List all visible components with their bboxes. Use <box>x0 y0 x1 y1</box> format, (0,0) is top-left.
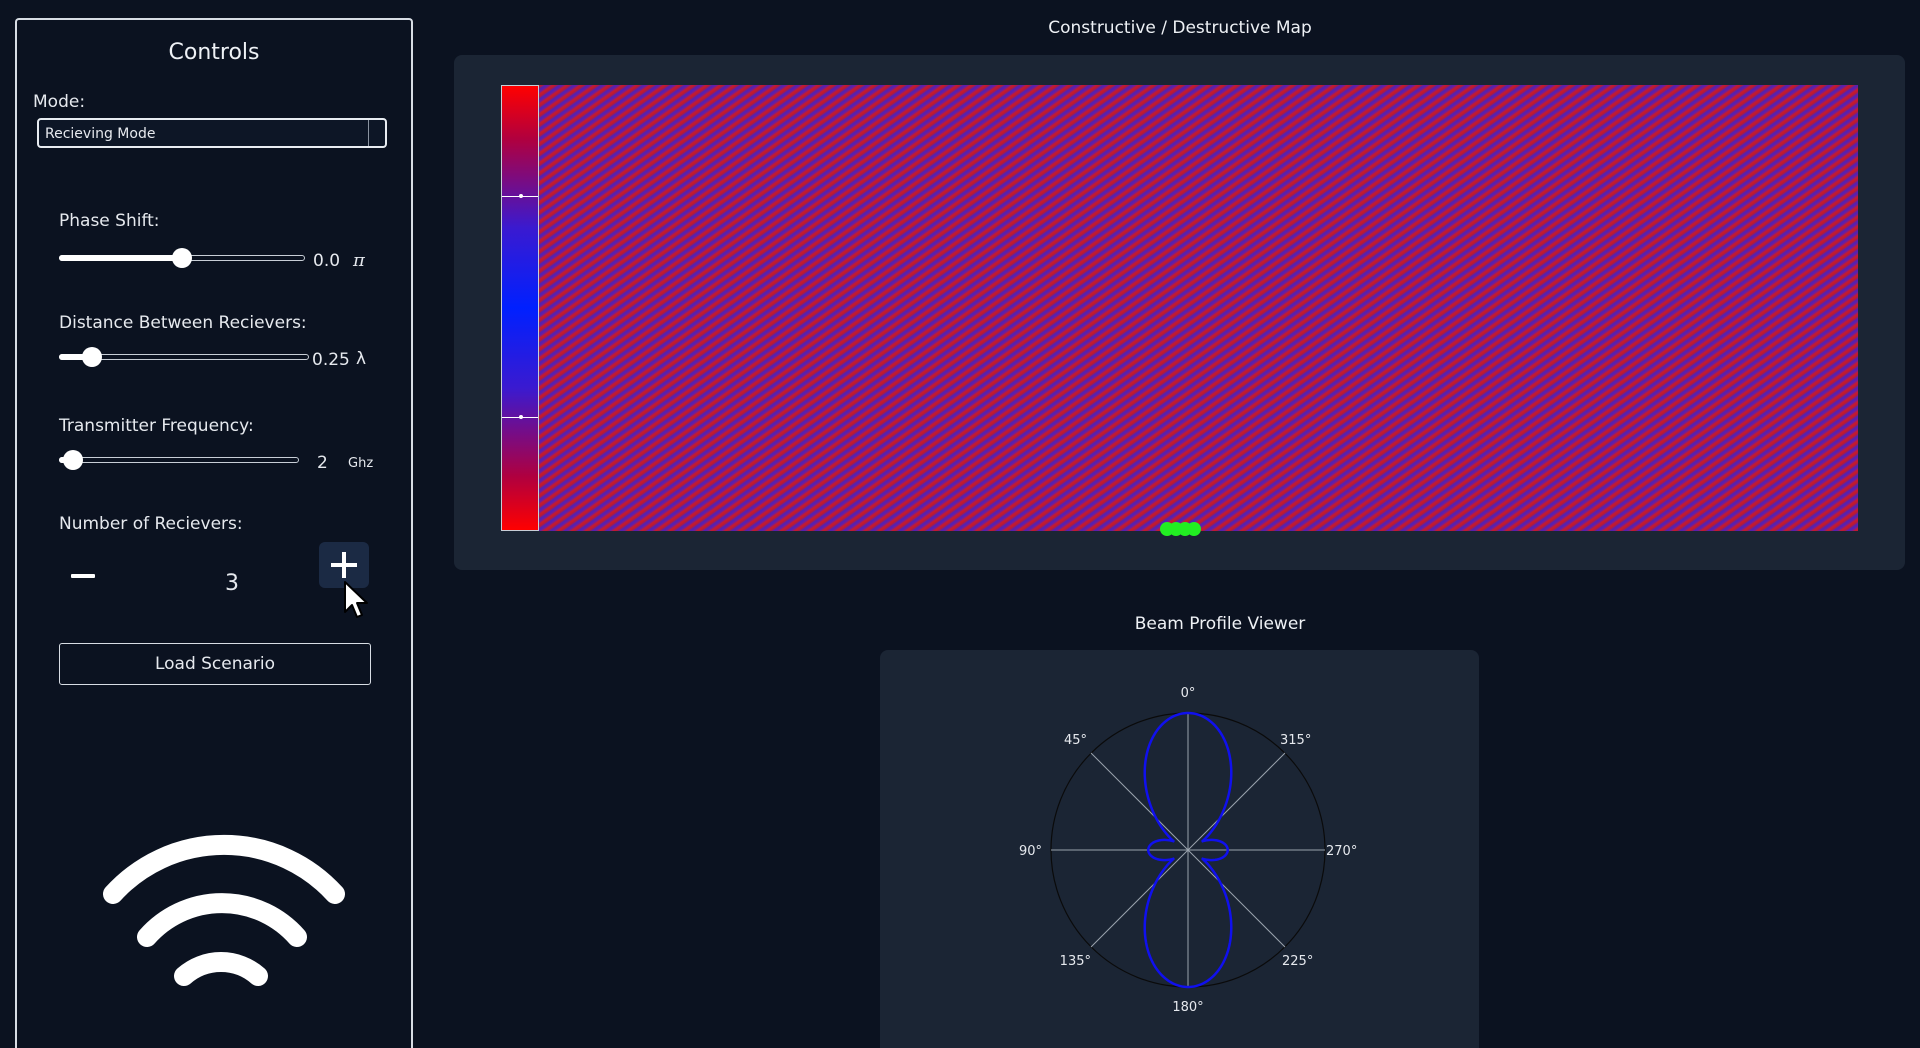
dropdown-arrow-icon[interactable] <box>368 120 385 146</box>
angle-label-315: 315° <box>1280 733 1311 748</box>
controls-panel: Controls Mode: Recieving Mode Phase Shif… <box>15 18 413 1048</box>
plus-icon-vertical <box>342 552 346 578</box>
phase-shift-value: 0.0 <box>313 251 341 271</box>
interference-heatmap[interactable] <box>539 85 1858 531</box>
phase-shift-slider[interactable] <box>59 247 305 271</box>
slider-thumb[interactable] <box>63 450 84 470</box>
distance-value: 0.25 <box>312 350 350 370</box>
angle-label-90: 90° <box>1019 844 1042 859</box>
slider-fill <box>59 255 182 261</box>
frequency-label: Transmitter Frequency: <box>59 416 254 436</box>
load-scenario-button[interactable]: Load Scenario <box>59 643 371 685</box>
phase-shift-unit: π <box>353 250 365 271</box>
controls-title: Controls <box>168 40 260 65</box>
distance-label: Distance Between Recievers: <box>59 313 307 333</box>
mode-select[interactable]: Recieving Mode <box>37 118 387 148</box>
angle-label-135: 135° <box>1060 954 1091 969</box>
beam-title: Beam Profile Viewer <box>1134 614 1306 634</box>
slider-track <box>59 457 299 463</box>
frequency-unit: Ghz <box>348 456 374 471</box>
mode-label: Mode: <box>33 92 86 112</box>
map-title: Constructive / Destructive Map <box>1048 18 1312 38</box>
angle-label-0: 0° <box>1181 686 1196 701</box>
beam-polar-plot: 0° 45° 315° 90° 270° 135° 225° 180° <box>1019 686 1357 1015</box>
distance-unit: λ <box>356 349 367 369</box>
interference-colorbar <box>501 85 539 531</box>
receivers-label: Number of Recievers: <box>59 514 243 534</box>
mode-select-value: Recieving Mode <box>45 126 156 142</box>
cursor-icon <box>344 581 368 618</box>
colorbar-marker-dot <box>519 415 523 419</box>
angle-label-45: 45° <box>1064 733 1087 748</box>
frequency-slider[interactable] <box>59 449 299 473</box>
colorbar-marker-dot <box>519 194 523 198</box>
slider-thumb[interactable] <box>81 347 102 367</box>
angle-label-180: 180° <box>1172 1000 1203 1015</box>
angle-label-225: 225° <box>1282 954 1313 969</box>
slider-thumb[interactable] <box>172 248 192 268</box>
receiver-count: 3 <box>225 571 239 596</box>
phase-shift-label: Phase Shift: <box>59 211 160 231</box>
wifi-icon <box>103 834 345 986</box>
decrease-receivers-button[interactable] <box>67 560 99 592</box>
distance-slider[interactable] <box>59 346 309 370</box>
receiver-dot <box>1187 522 1201 536</box>
minus-icon <box>71 574 95 578</box>
frequency-value: 2 <box>317 453 328 473</box>
angle-label-270: 270° <box>1326 844 1357 859</box>
